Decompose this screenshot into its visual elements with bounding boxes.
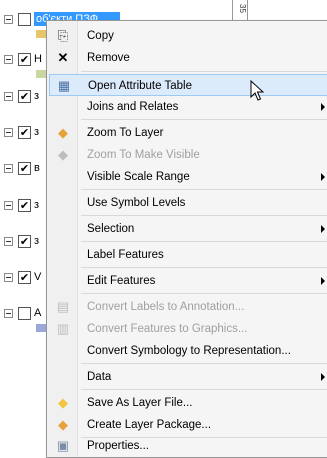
layer-checkbox[interactable] — [18, 13, 31, 26]
layer-label: з — [34, 126, 40, 138]
menu-item-label: Convert Features to Graphics... — [87, 323, 248, 335]
menu-separator — [81, 215, 327, 216]
legend-patch — [36, 324, 46, 332]
zoom-to-layer-icon: ◆ — [58, 125, 68, 140]
legend-patch — [36, 30, 46, 38]
properties-icon: ▣ — [56, 438, 70, 453]
layer-file-icon: ◆ — [58, 395, 68, 410]
menu-item-selection[interactable]: Selection — [49, 218, 327, 240]
menu-item-use-symbol-levels[interactable]: Use Symbol Levels — [49, 192, 327, 214]
menu-item-label: Save As Layer File... — [87, 397, 193, 409]
menu-item-label: Edit Features — [87, 275, 156, 287]
collapse-icon[interactable] — [4, 15, 13, 24]
menu-item-edit-features[interactable]: Edit Features — [49, 270, 327, 292]
menu-item-convert-features-to-graphics[interactable]: ▥ Convert Features to Graphics... — [49, 318, 327, 340]
layer-label: V — [34, 271, 42, 283]
menu-separator — [81, 389, 327, 390]
menu-item-open-attribute-table[interactable]: ▦ Open Attribute Table — [49, 74, 327, 96]
collapse-icon[interactable] — [4, 309, 13, 318]
menu-item-save-as-layer-file[interactable]: ◆ Save As Layer File... — [49, 392, 327, 414]
menu-item-label: Create Layer Package... — [87, 419, 212, 431]
layer-checkbox[interactable]: ✔ — [18, 235, 31, 248]
menu-item-copy[interactable]: ⎘ Copy — [49, 25, 327, 47]
menu-item-label: Data — [87, 371, 112, 383]
collapse-icon[interactable] — [4, 92, 13, 101]
menu-item-label: Properties... — [87, 440, 149, 452]
submenu-arrow-icon — [321, 277, 325, 285]
layer-label: в — [34, 162, 40, 174]
layer-label: з — [34, 199, 40, 211]
menu-item-joins-and-relates[interactable]: Joins and Relates — [49, 96, 327, 118]
menu-item-label: Joins and Relates — [87, 101, 179, 113]
layer-checkbox[interactable]: ✔ — [18, 126, 31, 139]
copy-icon: ⎘ — [57, 28, 69, 43]
collapse-icon[interactable] — [4, 164, 13, 173]
layer-checkbox[interactable]: ✔ — [18, 90, 31, 103]
menu-item-properties[interactable]: ▣ Properties... — [49, 435, 327, 457]
zoom-visible-icon: ◆ — [58, 147, 68, 162]
menu-item-label-features[interactable]: Label Features — [49, 244, 327, 266]
menu-item-zoom-to-make-visible[interactable]: ◆ Zoom To Make Visible — [49, 144, 327, 166]
menu-separator — [81, 189, 327, 190]
submenu-arrow-icon — [321, 373, 325, 381]
menu-item-label: Zoom To Make Visible — [87, 149, 200, 161]
menu-separator — [81, 363, 327, 364]
collapse-icon[interactable] — [4, 55, 13, 64]
menu-separator — [81, 293, 327, 294]
menu-separator — [81, 119, 327, 120]
layer-label: А — [34, 307, 42, 319]
menu-item-label: Convert Symbology to Representation... — [87, 345, 291, 357]
convert-labels-icon: ▤ — [56, 299, 70, 314]
submenu-arrow-icon — [321, 103, 325, 111]
menu-item-label: Convert Labels to Annotation... — [87, 301, 245, 313]
menu-item-label: Selection — [87, 223, 135, 235]
menu-item-remove[interactable]: ✕ Remove — [49, 47, 327, 69]
layer-checkbox[interactable]: ✔ — [18, 199, 31, 212]
convert-features-icon: ▥ — [56, 321, 70, 336]
collapse-icon[interactable] — [4, 128, 13, 137]
menu-item-convert-labels-to-annotation[interactable]: ▤ Convert Labels to Annotation... — [49, 296, 327, 318]
side-label: 35 — [238, 4, 247, 13]
collapse-icon[interactable] — [4, 273, 13, 282]
legend-patch — [36, 70, 46, 78]
layer-label: з — [34, 90, 40, 102]
menu-item-label: Copy — [87, 30, 114, 42]
collapse-icon[interactable] — [4, 237, 13, 246]
layer-label: з — [34, 235, 40, 247]
submenu-arrow-icon — [321, 225, 325, 233]
layer-checkbox[interactable]: ✔ — [18, 53, 31, 66]
layer-checkbox[interactable] — [18, 307, 31, 320]
layer-context-menu: ⎘ Copy ✕ Remove ▦ Open Attribute Table J… — [46, 20, 327, 458]
menu-item-create-layer-package[interactable]: ◆ Create Layer Package... — [49, 414, 327, 436]
collapse-icon[interactable] — [4, 201, 13, 210]
menu-item-visible-scale-range[interactable]: Visible Scale Range — [49, 166, 327, 188]
menu-separator — [81, 71, 327, 72]
menu-item-convert-symbology-to-representation[interactable]: Convert Symbology to Representation... — [49, 340, 327, 362]
layer-package-icon: ◆ — [58, 417, 68, 432]
menu-item-label: Remove — [87, 52, 130, 64]
layer-checkbox[interactable]: ✔ — [18, 271, 31, 284]
menu-item-label: Visible Scale Range — [87, 171, 190, 183]
remove-icon: ✕ — [57, 50, 69, 65]
menu-item-label: Label Features — [87, 249, 164, 261]
menu-separator — [81, 241, 327, 242]
menu-item-label: Open Attribute Table — [88, 80, 192, 92]
table-icon: ▦ — [57, 78, 71, 93]
menu-item-label: Use Symbol Levels — [87, 197, 186, 209]
submenu-arrow-icon — [321, 173, 325, 181]
mouse-cursor-icon — [250, 80, 265, 101]
menu-item-zoom-to-layer[interactable]: ◆ Zoom To Layer — [49, 122, 327, 144]
layer-label: Н — [34, 53, 42, 65]
layer-checkbox[interactable]: ✔ — [18, 162, 31, 175]
menu-separator — [81, 267, 327, 268]
menu-item-data[interactable]: Data — [49, 366, 327, 388]
menu-item-label: Zoom To Layer — [87, 127, 164, 139]
